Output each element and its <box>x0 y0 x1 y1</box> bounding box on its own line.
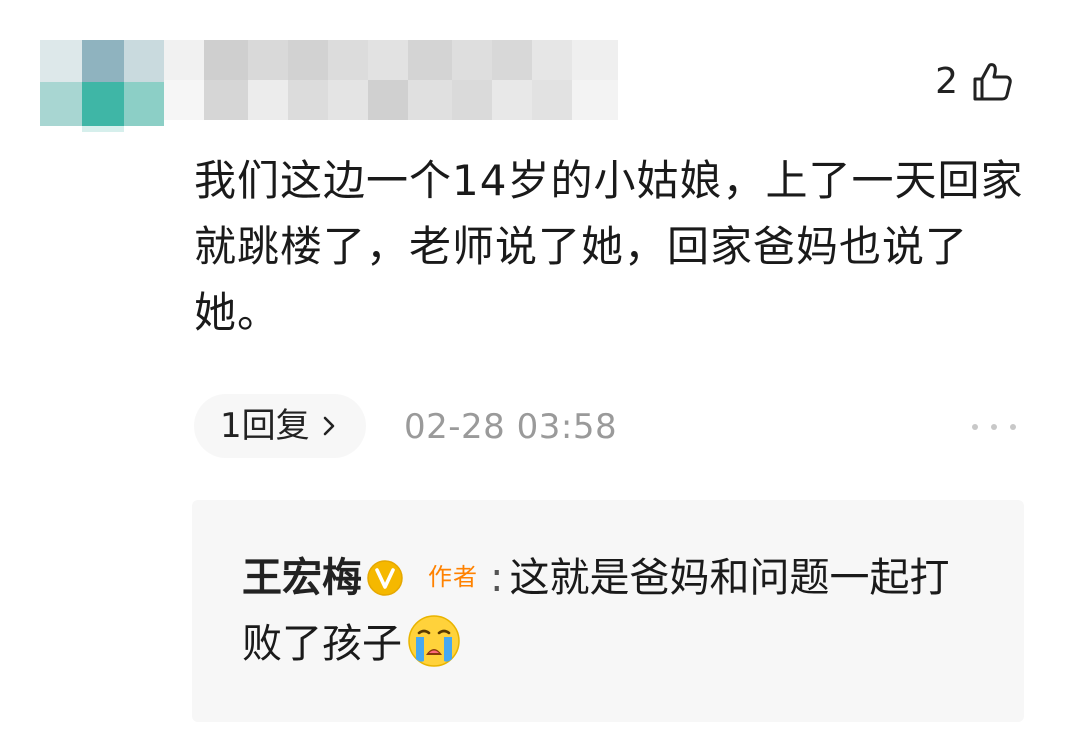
thumbs-up-icon[interactable] <box>970 60 1014 104</box>
username-redacted[interactable] <box>164 40 618 126</box>
blurred-user-header <box>40 40 618 132</box>
author-reply-box[interactable]: 王宏梅 作者: 这就是爸妈和问题一起打败了孩子 <box>192 500 1024 722</box>
like-button[interactable]: 2 <box>935 58 1014 106</box>
comment-card: 2 我们这边一个14岁的小姑娘，上了一天回家就跳楼了，老师说了她，回家爸妈也说了… <box>0 0 1080 738</box>
like-count: 2 <box>935 61 958 102</box>
reply-separator: : <box>490 555 504 601</box>
author-name[interactable]: 王宏梅 <box>242 555 362 601</box>
comment-text: 我们这边一个14岁的小姑娘，上了一天回家就跳楼了，老师说了她，回家爸妈也说了她。 <box>194 156 1024 337</box>
view-replies-button[interactable]: 1回复 <box>194 394 366 458</box>
verified-v-icon <box>367 560 403 596</box>
more-dots-icon <box>972 424 978 430</box>
chevron-right-icon <box>323 416 334 436</box>
more-options-button[interactable] <box>972 412 1016 442</box>
reply-count-label: 1回复 <box>220 406 310 446</box>
author-badge: 作者 <box>428 563 478 591</box>
crying-emoji-icon <box>408 615 460 667</box>
comment-timestamp: 02-28 03:58 <box>404 407 618 447</box>
author-reply-content: 王宏梅 作者: 这就是爸妈和问题一起打败了孩子 <box>242 544 982 677</box>
avatar[interactable] <box>40 40 164 132</box>
